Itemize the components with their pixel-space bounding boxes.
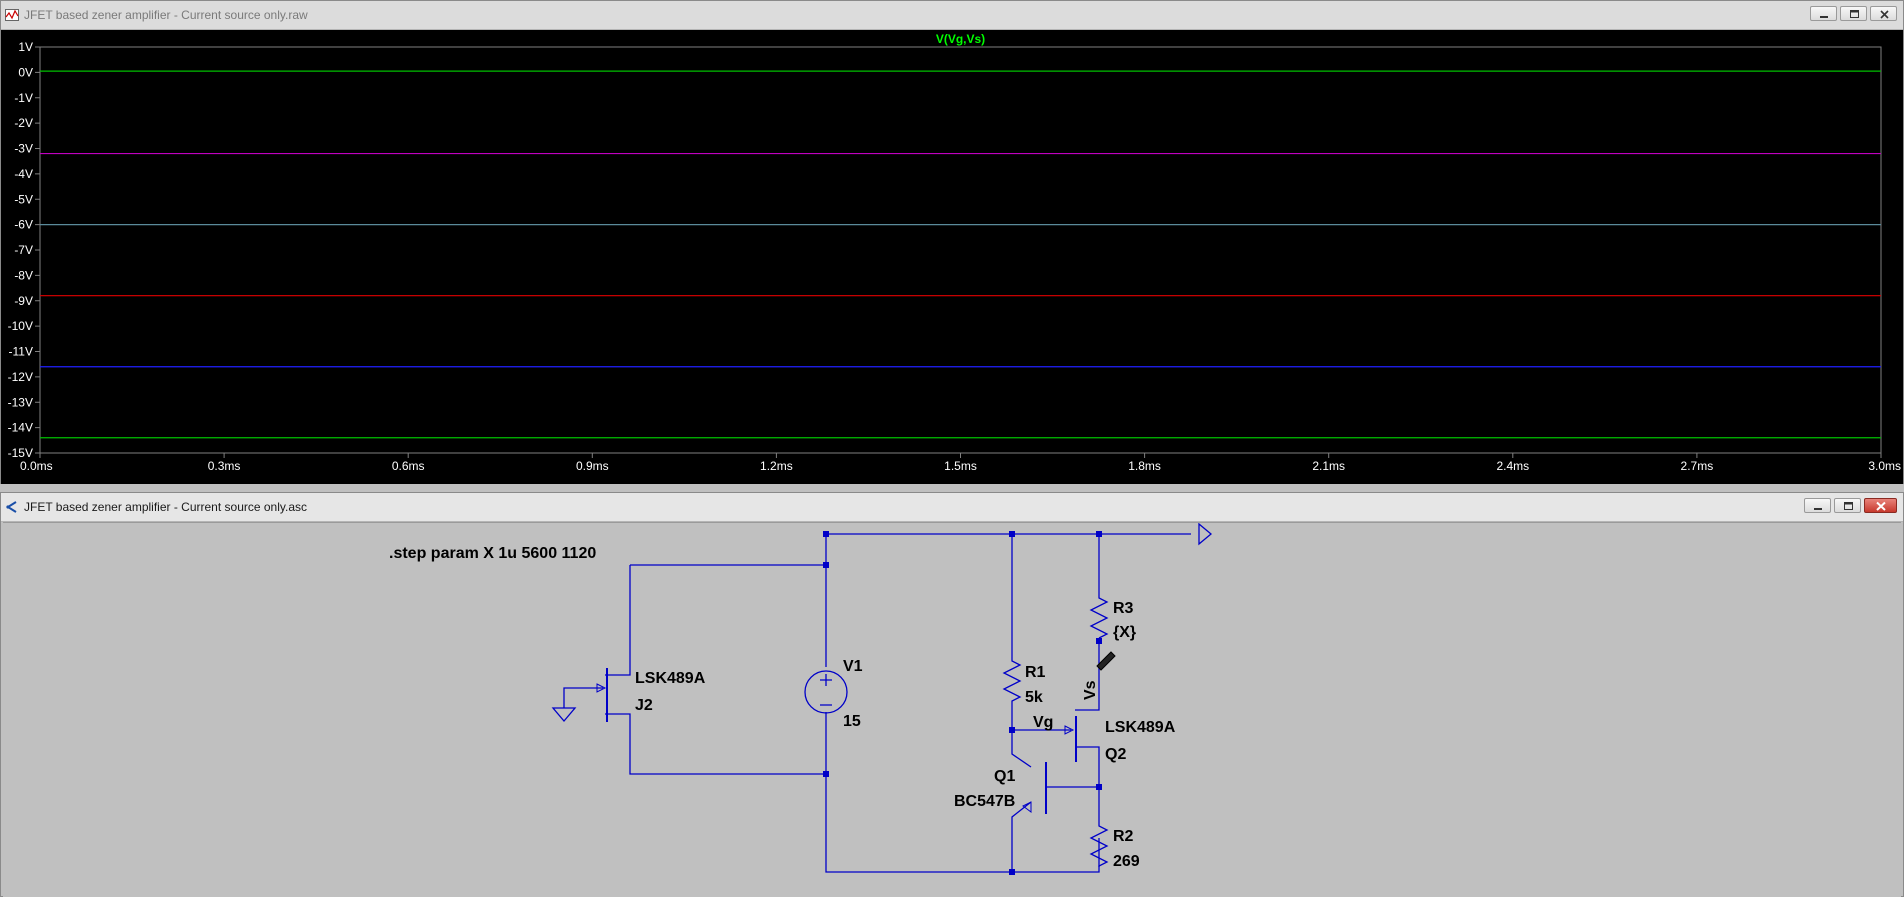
schematic-canvas[interactable]: .step param X 1u 5600 1120 LSK489A J2 V1 15 R… — [3, 522, 1901, 897]
y-tick-label: -4V — [14, 167, 33, 181]
y-tick-label: -9V — [14, 294, 33, 308]
junction-dot — [1009, 727, 1015, 733]
probe-cursor-icon[interactable] — [1096, 651, 1116, 671]
r2-name[interactable]: R2 — [1113, 828, 1134, 845]
schematic-window[interactable]: JFET based zener amplifier - Current sou… — [0, 492, 1904, 897]
waveform-icon — [5, 9, 19, 21]
net-label-vs[interactable]: Vs — [1082, 680, 1099, 700]
restore-button[interactable] — [1834, 498, 1861, 513]
minimize-button[interactable] — [1810, 6, 1837, 21]
schematic-window-titlebar[interactable]: JFET based zener amplifier - Current sou… — [1, 493, 1903, 522]
x-tick-label: 1.5ms — [944, 459, 977, 473]
v1-name[interactable]: V1 — [843, 658, 863, 675]
y-tick-label: -13V — [8, 395, 33, 409]
plot-window[interactable]: JFET based zener amplifier - Current sou… — [0, 0, 1904, 484]
y-tick-label: -15V — [8, 446, 33, 460]
y-tick-label: -7V — [14, 243, 33, 257]
x-tick-label: 2.1ms — [1312, 459, 1345, 473]
x-tick-label: 0.3ms — [208, 459, 241, 473]
r3-value[interactable]: {X} — [1113, 624, 1136, 641]
plot-area[interactable]: V(Vg,Vs) 1V 0V -1V -2V -3V -4V -5V -6V -7V -8V -9V -… — [1, 30, 1903, 484]
x-tick-label: 3.0ms — [1868, 459, 1901, 473]
v1-value[interactable]: 15 — [843, 713, 861, 730]
restore-button[interactable] — [1840, 6, 1867, 21]
y-tick-label: -14V — [8, 421, 33, 435]
x-tick-label: 0.0ms — [20, 459, 53, 473]
wire-j2-drain[interactable] — [605, 565, 631, 676]
y-tick-label: -2V — [14, 116, 33, 130]
q1-model[interactable]: BC547B — [954, 793, 1015, 810]
minimize-icon — [1814, 508, 1822, 510]
output-arrow[interactable] — [1198, 523, 1213, 546]
close-button[interactable] — [1864, 498, 1897, 513]
restore-icon — [1844, 502, 1853, 510]
junction-dot — [823, 771, 829, 777]
junction-dot — [1096, 784, 1102, 790]
close-icon — [1876, 501, 1886, 511]
v1-polarity-icon — [820, 674, 832, 706]
r1-name[interactable]: R1 — [1025, 664, 1046, 681]
j2-model[interactable]: LSK489A — [635, 670, 706, 687]
r3-resistor[interactable] — [1089, 594, 1109, 639]
junction-dot — [1009, 531, 1015, 537]
q1-name[interactable]: Q1 — [994, 768, 1015, 785]
minimize-icon — [1820, 16, 1828, 18]
wire-q1-emitter[interactable] — [1011, 801, 1032, 872]
y-tick-label: -3V — [14, 142, 33, 156]
y-tick-label: -1V — [14, 91, 33, 105]
minimize-button[interactable] — [1804, 498, 1831, 513]
schematic-window-title: JFET based zener amplifier - Current sou… — [24, 500, 308, 514]
close-button[interactable] — [1870, 6, 1897, 21]
spice-directive[interactable]: .step param X 1u 5600 1120 — [389, 545, 596, 562]
y-tick-label: -6V — [14, 218, 33, 232]
y-tick-label: -8V — [14, 268, 33, 282]
r1-resistor[interactable] — [1002, 657, 1022, 702]
r2-value[interactable]: 269 — [1113, 853, 1140, 870]
y-tick-label: 0V — [18, 65, 33, 79]
net-label-vg[interactable]: Vg — [1033, 714, 1053, 731]
r1-value[interactable]: 5k — [1025, 689, 1043, 706]
junction-dot — [823, 531, 829, 537]
plot-window-title: JFET based zener amplifier - Current sou… — [24, 8, 308, 22]
y-tick-label: -11V — [9, 345, 33, 359]
x-tick-label: 1.8ms — [1128, 459, 1161, 473]
q2-model[interactable]: LSK489A — [1105, 719, 1176, 736]
wire-q1-collector[interactable] — [1011, 730, 1032, 768]
wire-j2-source[interactable] — [605, 713, 826, 775]
schematic-drawing[interactable]: .step param X 1u 5600 1120 LSK489A J2 V1 15 R… — [3, 523, 1901, 897]
wire-q1-base[interactable] — [1046, 786, 1100, 822]
x-tick-label: 2.4ms — [1496, 459, 1529, 473]
trace-label[interactable]: V(Vg,Vs) — [936, 32, 985, 46]
wire-q2-source[interactable] — [1075, 746, 1100, 787]
plot-frame — [39, 46, 1882, 454]
close-icon — [1880, 10, 1889, 19]
j2-name[interactable]: J2 — [635, 697, 653, 714]
q2-name[interactable]: Q2 — [1105, 746, 1126, 763]
x-tick-label: 0.6ms — [392, 459, 425, 473]
x-tick-label: 1.2ms — [760, 459, 793, 473]
y-tick-label: -5V — [14, 192, 33, 206]
schematic-app-icon — [6, 501, 17, 513]
plot-window-titlebar[interactable]: JFET based zener amplifier - Current sou… — [1, 1, 1903, 30]
r3-name[interactable]: R3 — [1113, 600, 1134, 617]
y-tick-label: -10V — [8, 319, 33, 333]
y-tick-label: -12V — [8, 370, 33, 384]
junction-dot — [1009, 869, 1015, 875]
x-tick-label: 0.9ms — [576, 459, 609, 473]
ground-icon[interactable] — [551, 707, 577, 723]
y-tick-label: 1V — [18, 40, 33, 54]
restore-icon — [1850, 10, 1859, 18]
junction-dot — [1096, 638, 1102, 644]
junction-dot — [823, 562, 829, 568]
junction-dot — [1096, 531, 1102, 537]
wire-v1-minus[interactable] — [825, 712, 1100, 873]
waveform-plot[interactable]: V(Vg,Vs) 1V 0V -1V -2V -3V -4V -5V -6V -7V -8V -9V -… — [1, 30, 1903, 484]
x-tick-label: 2.7ms — [1681, 459, 1714, 473]
